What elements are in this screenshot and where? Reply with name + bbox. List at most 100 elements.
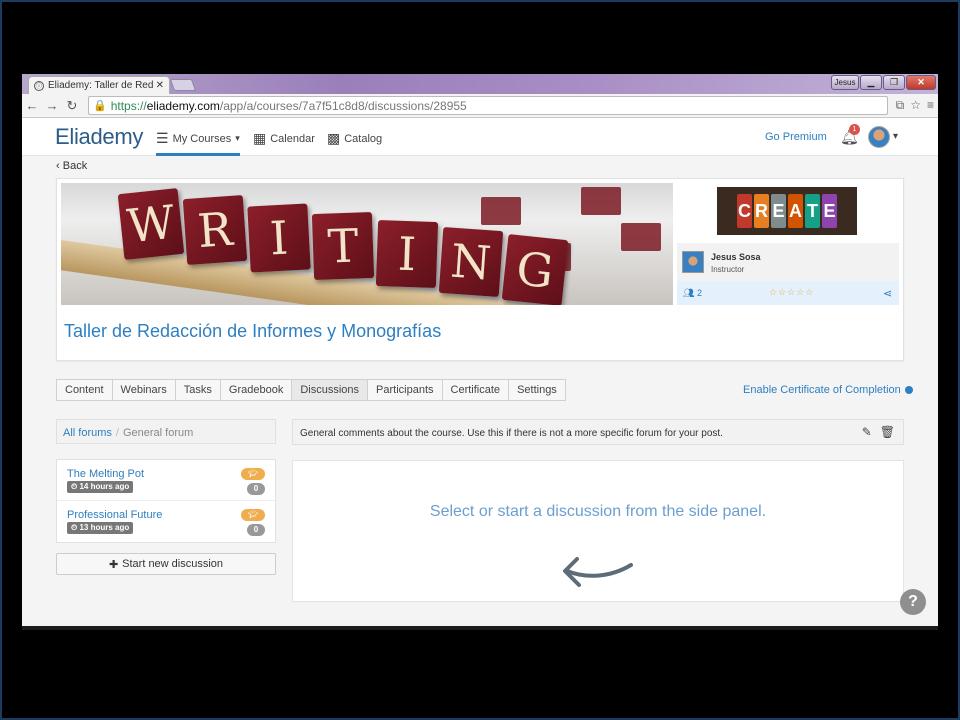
start-discussion-label: Start new discussion [122, 558, 224, 570]
instructor-name: Jesus Sosa [711, 252, 761, 262]
forum-description-bar: General comments about the course. Use t… [292, 419, 904, 445]
banner-tile-decor [581, 187, 621, 215]
avatar[interactable] [868, 126, 890, 148]
course-sidepanel: C R E A T E Jesus Sosa Instructor 👥︎ 2 ☆… [677, 183, 899, 305]
graduation-cap-icon: 🎓︎ [241, 468, 265, 480]
nav-catalog[interactable]: ▩ Catalog [327, 130, 382, 147]
logo[interactable]: Eliademy [55, 124, 143, 150]
banner-letter-tile: W [117, 188, 185, 260]
course-tabs: Content Webinars Tasks Gradebook Discuss… [56, 379, 566, 401]
browser-window: ⓘ Eliademy: Taller de Redacc ✕ Jesus ▁ ❐… [22, 74, 938, 626]
close-window-icon[interactable]: ✕ [906, 75, 936, 90]
trash-icon[interactable]: 🗑︎ [880, 425, 895, 439]
catalog-icon: ▩ [327, 130, 341, 146]
new-tab-button[interactable] [169, 79, 197, 91]
users-icon: 👥︎ [683, 288, 695, 298]
nav-calendar[interactable]: ▦ Calendar [253, 130, 315, 147]
window-controls: Jesus ▁ ❐ ✕ [831, 75, 936, 90]
tab-participants[interactable]: Participants [368, 379, 443, 401]
star-icon[interactable]: ☆ [910, 98, 921, 113]
create-letter: T [805, 194, 820, 228]
course-card: W R I T I N G C R E A T E Jesus Sosa Ins… [56, 178, 904, 361]
forum-name[interactable]: The Melting Pot [67, 468, 144, 480]
notification-badge: 1 [849, 124, 860, 135]
instructor-avatar [682, 251, 704, 273]
course-banner-image: W R I T I N G [61, 183, 673, 305]
url-scheme: https:// [110, 98, 147, 113]
tab-settings[interactable]: Settings [509, 379, 566, 401]
help-button[interactable]: ? [900, 589, 926, 615]
calendar-icon: ▦ [253, 130, 267, 146]
nav-label: My Courses [172, 132, 232, 145]
profile-chip[interactable]: Jesus [831, 75, 859, 90]
instructor-block[interactable]: Jesus Sosa Instructor [677, 243, 899, 281]
graduation-cap-icon: 🎓︎ [241, 509, 265, 521]
breadcrumb-separator: / [115, 427, 119, 439]
instructor-role: Instructor [711, 265, 745, 274]
forward-arrow-icon[interactable]: → [42, 98, 62, 113]
tab-discussions[interactable]: Discussions [292, 379, 369, 401]
tab-webinars[interactable]: Webinars [112, 379, 176, 401]
current-forum: General forum [122, 427, 194, 439]
banner-tile-decor [481, 197, 521, 225]
plus-icon: ✚ [108, 558, 119, 571]
back-arrow-icon[interactable]: ← [22, 98, 42, 113]
tab-gradebook[interactable]: Gradebook [220, 379, 293, 401]
banner-letter-tile: N [438, 226, 504, 298]
reload-icon[interactable]: ↻ [62, 98, 82, 114]
list-item[interactable]: The Melting Pot ⏲ 14 hours ago 🎓︎ 0 [57, 460, 275, 501]
forum-time-badge: ⏲ 14 hours ago [67, 481, 134, 493]
url-input[interactable]: 🔒 https://eliademy.com/app/a/courses/7a7… [88, 96, 888, 115]
back-link[interactable]: ‹ Back [56, 160, 87, 172]
tab-title: Eliademy: Taller de Redacc [48, 80, 153, 91]
nav-label: Catalog [344, 132, 383, 145]
tab-certificate[interactable]: Certificate [442, 379, 510, 401]
forum-time-badge: ⏲ 13 hours ago [67, 522, 134, 534]
app-header: Eliademy ☰ My Courses ▾ ▦ Calendar ▩ Cat… [22, 118, 938, 156]
translate-icon[interactable]: ⧉ [896, 98, 905, 113]
forum-name[interactable]: Professional Future [67, 509, 162, 521]
banner-letter-tile: I [375, 219, 439, 289]
course-stats: 👥︎ 2 ☆☆☆☆☆ ⋖ [677, 281, 899, 305]
url-host: eliademy.com [146, 98, 220, 113]
create-letter: C [737, 194, 752, 228]
nav-my-courses[interactable]: ☰ My Courses ▾ [156, 130, 240, 156]
create-letter: E [771, 194, 786, 228]
create-letter: A [788, 194, 803, 228]
post-count-badge: 0 [247, 524, 265, 536]
close-tab-icon[interactable]: ✕ [156, 80, 164, 91]
participants-count[interactable]: 👥︎ 2 [683, 288, 702, 299]
edit-icon[interactable]: ✎ [862, 425, 872, 439]
all-forums-link[interactable]: All forums [63, 427, 112, 439]
tab-content[interactable]: Content [56, 379, 113, 401]
taskbar-strip [22, 626, 938, 630]
breadcrumb: All forums / General forum [56, 419, 276, 444]
favicon-icon: ⓘ [34, 80, 44, 91]
maximize-icon[interactable]: ❐ [883, 75, 905, 90]
enable-certificate-label: Enable Certificate of Completion [743, 384, 901, 396]
minimize-icon[interactable]: ▁ [860, 75, 882, 90]
tab-tasks[interactable]: Tasks [175, 379, 221, 401]
hamburger-icon: ☰ [156, 130, 169, 146]
notifications-button[interactable]: 🔔︎ 1 [840, 124, 860, 146]
list-item[interactable]: Professional Future ⏲ 13 hours ago 🎓︎ 0 [57, 501, 275, 542]
enable-certificate-link[interactable]: Enable Certificate of Completion [743, 384, 913, 396]
chevron-left-icon: ‹ [56, 160, 60, 172]
banner-letter-tile: G [501, 234, 569, 305]
start-discussion-button[interactable]: ✚ Start new discussion [56, 553, 276, 575]
browser-tab[interactable]: ⓘ Eliademy: Taller de Redacc ✕ [28, 76, 170, 94]
share-icon[interactable]: ⋖ [883, 287, 892, 300]
lock-icon: 🔒 [93, 100, 107, 112]
menu-icon[interactable]: ≡ [927, 98, 934, 113]
discussion-panel: Select or start a discussion from the si… [292, 460, 904, 602]
chevron-down-icon[interactable]: ▾ [893, 131, 898, 142]
empty-state-message: Select or start a discussion from the si… [429, 503, 767, 520]
rating-stars[interactable]: ☆☆☆☆☆ [769, 287, 814, 298]
tab-strip: ⓘ Eliademy: Taller de Redacc ✕ Jesus ▁ ❐… [22, 74, 938, 94]
banner-tile-decor [621, 223, 661, 251]
arrow-left-icon [563, 557, 633, 587]
go-premium-link[interactable]: Go Premium [765, 131, 827, 143]
banner-letter-tile: T [311, 211, 375, 281]
back-label: Back [62, 160, 88, 172]
forum-description: General comments about the course. Use t… [300, 428, 723, 439]
